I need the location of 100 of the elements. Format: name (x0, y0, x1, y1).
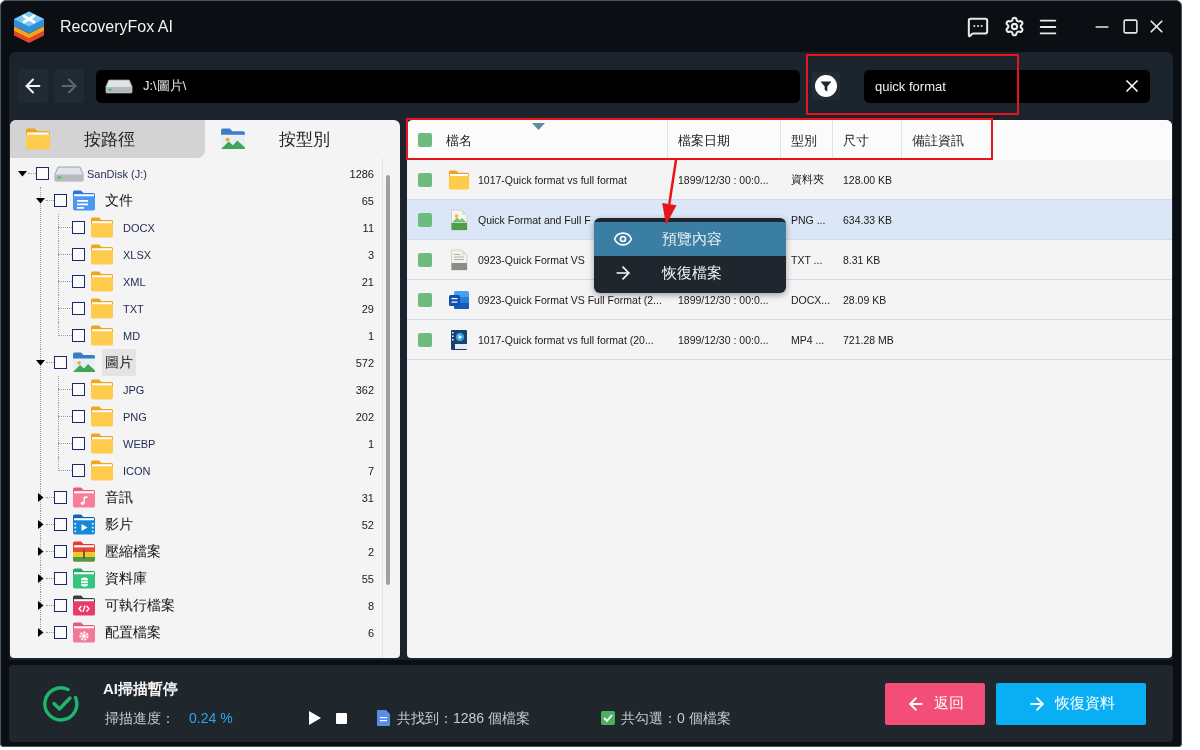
file-count: 55 (361, 572, 374, 585)
caret-down-icon[interactable] (35, 358, 45, 367)
file-name: 1017-Quick format vs full format (20... (478, 333, 654, 346)
tree-label[interactable]: 影片 (102, 511, 136, 538)
checkbox[interactable] (72, 464, 85, 477)
checkbox[interactable] (72, 383, 85, 396)
caret-right-icon[interactable] (35, 520, 45, 529)
folder-icon (90, 325, 114, 346)
checkbox[interactable] (418, 133, 432, 147)
tree-label[interactable]: PNG (120, 403, 150, 430)
folder-icon (90, 460, 114, 481)
tree-label[interactable]: XML (120, 268, 149, 295)
checkbox[interactable] (72, 275, 85, 288)
tree-label[interactable]: ICON (120, 457, 154, 484)
checkbox[interactable] (54, 194, 67, 207)
chat-icon[interactable] (967, 15, 989, 38)
checkbox[interactable] (54, 599, 67, 612)
tree-label[interactable]: MD (120, 322, 144, 349)
table-cell: MP4 ... (791, 333, 825, 346)
checkbox[interactable] (54, 545, 67, 558)
file-count: 6 (367, 626, 374, 639)
tree-label[interactable]: DOCX (120, 214, 158, 241)
stop-icon[interactable] (336, 712, 347, 724)
file-count: 8 (367, 599, 374, 612)
annotation-arrow (661, 159, 678, 226)
maximize-icon[interactable] (1121, 18, 1139, 35)
caret-down-icon[interactable] (17, 169, 27, 178)
checkbox[interactable] (72, 221, 85, 234)
view-tab[interactable]: 按型別 (205, 120, 400, 158)
file-count: 1 (367, 437, 374, 450)
tree-label[interactable]: XLSX (120, 241, 155, 268)
tree-label[interactable]: 可執行檔案 (102, 592, 178, 619)
filter-icon (815, 75, 837, 97)
checkbox[interactable] (54, 518, 67, 531)
scrollbar-thumb[interactable] (386, 175, 390, 585)
tree-label[interactable]: JPG (120, 376, 148, 403)
folder-icon (448, 169, 470, 190)
table-cell: 721.28 MB (843, 333, 894, 346)
file-name: 1017-Quick format vs full format (478, 173, 627, 186)
checkbox[interactable] (72, 329, 85, 342)
folder-icon (90, 406, 114, 427)
caret-right-icon[interactable] (35, 493, 45, 502)
column-header[interactable]: 備註資訊 (902, 120, 992, 160)
file-count: 65 (361, 194, 374, 207)
menu-item[interactable]: 預覽內容 (594, 222, 786, 256)
settings-icon[interactable] (1003, 16, 1025, 37)
document-file-icon (448, 288, 470, 311)
play-icon[interactable] (309, 711, 321, 725)
checkbox[interactable] (418, 332, 432, 347)
checkbox[interactable] (72, 437, 85, 450)
tree-label[interactable]: 音訊 (102, 484, 136, 511)
tree-label[interactable]: SanDisk (J:) (84, 160, 150, 187)
column-header[interactable]: 型別 (781, 120, 833, 160)
filter-button[interactable] (812, 72, 840, 100)
back-button[interactable] (18, 69, 48, 103)
found-count: 共找到：1286 個檔案 (397, 709, 531, 728)
folder-icon (90, 271, 114, 292)
checkbox[interactable] (36, 167, 49, 180)
table-cell: 128.00 KB (843, 173, 893, 186)
table-row[interactable]: 1017-Quick format vs full format (20... 1899/12/30 : 00:0... MP4 ... 721.28 MB (407, 320, 1172, 360)
folder-icon (90, 298, 114, 319)
file-count: 7 (367, 464, 374, 477)
checkbox[interactable] (72, 248, 85, 261)
table-cell: 1899/12/30 : 00:0... (678, 293, 769, 306)
tree-label[interactable]: 配置檔案 (102, 619, 164, 646)
view-tab[interactable]: 按路徑 (10, 120, 205, 158)
folder-icon (90, 244, 114, 265)
tree-label[interactable]: 資料庫 (102, 565, 150, 592)
checkbox[interactable] (418, 292, 432, 307)
checkbox[interactable] (72, 302, 85, 315)
column-header[interactable]: 檔案日期 (668, 120, 781, 160)
path-field[interactable]: J:\圖片\ (96, 69, 800, 103)
caret-right-icon[interactable] (35, 574, 45, 583)
file-count: 29 (361, 302, 374, 315)
table-cell: 28.09 KB (843, 293, 887, 306)
checkbox[interactable] (54, 356, 67, 369)
tree-label[interactable]: TXT (120, 295, 147, 322)
music-folder-icon (72, 487, 96, 508)
database-folder-icon (72, 568, 96, 589)
caret-right-icon[interactable] (35, 628, 45, 637)
caret-right-icon[interactable] (35, 601, 45, 610)
tree-label[interactable]: WEBP (120, 430, 159, 457)
checkbox[interactable] (54, 626, 67, 639)
file-count: 1286 (349, 167, 374, 180)
picture-icon (220, 128, 246, 150)
search-field[interactable]: quick format (864, 69, 1150, 103)
checkbox[interactable] (418, 252, 432, 267)
checkbox[interactable] (54, 491, 67, 504)
folder-icon (90, 217, 114, 238)
checkbox[interactable] (418, 172, 432, 187)
checkbox[interactable] (54, 572, 67, 585)
tree-label[interactable]: 圖片 (102, 349, 136, 376)
checkbox[interactable] (418, 212, 432, 227)
tree-label[interactable]: 文件 (102, 187, 136, 214)
column-header[interactable]: 檔名 (440, 120, 668, 160)
caret-down-icon[interactable] (35, 196, 45, 205)
caret-right-icon[interactable] (35, 547, 45, 556)
tree-label[interactable]: 壓縮檔案 (102, 538, 164, 565)
column-header[interactable]: 尺寸 (833, 120, 902, 160)
checkbox[interactable] (72, 410, 85, 423)
